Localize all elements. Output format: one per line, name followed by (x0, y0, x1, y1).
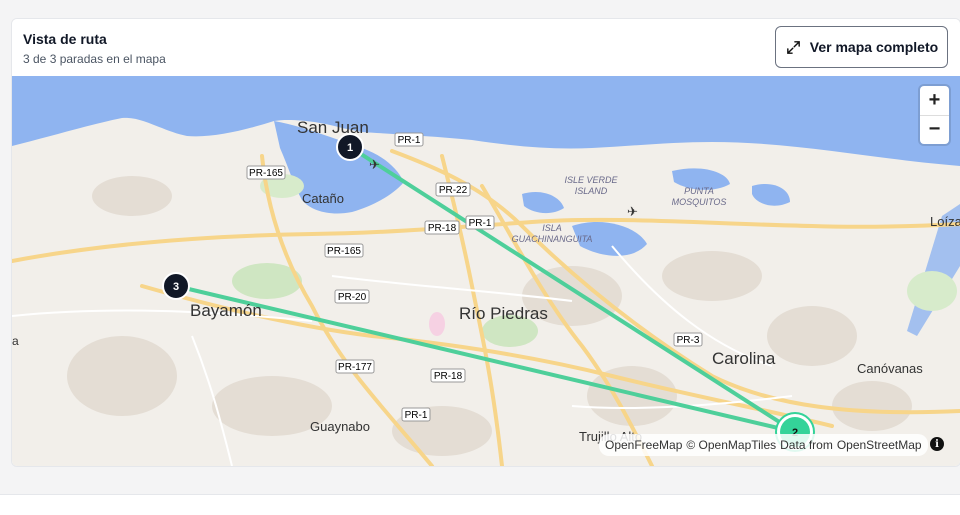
expand-icon (786, 40, 800, 54)
full-map-button-label: Ver mapa completo (809, 39, 939, 55)
road-shield: PR-20 (334, 289, 370, 304)
road-shield: PR-18 (430, 368, 466, 383)
svg-text:PR-177: PR-177 (338, 362, 372, 373)
stop-number: 1 (347, 142, 353, 154)
road-shield: PR-1 (465, 215, 495, 230)
road-shield: PR-1 (401, 407, 431, 422)
svg-text:PR-20: PR-20 (338, 292, 367, 303)
attribution-provider-link[interactable]: OpenFreeMap (605, 438, 682, 452)
zoom-controls: + − (920, 86, 949, 144)
svg-text:PR-18: PR-18 (434, 371, 463, 382)
full-map-button[interactable]: Ver mapa completo (775, 26, 948, 68)
road-shield: PR-177 (335, 359, 375, 374)
place-label: ISLAND (575, 186, 608, 196)
route-map[interactable]: PR-1 PR-165 PR-22 PR-18 PR-1 PR-165 PR-2… (12, 76, 960, 466)
svg-text:PR-1: PR-1 (405, 410, 428, 421)
svg-text:PR-1: PR-1 (398, 135, 421, 146)
hospital-area (429, 312, 445, 336)
place-label: San Juan (297, 118, 369, 137)
svg-text:PR-22: PR-22 (439, 185, 468, 196)
park (907, 271, 957, 311)
card-header: Vista de ruta 3 de 3 paradas en el mapa … (12, 19, 960, 77)
svg-text:PR-165: PR-165 (249, 168, 283, 179)
svg-text:PR-1: PR-1 (469, 218, 492, 229)
place-label: a (12, 334, 19, 348)
place-label: ISLA (542, 223, 562, 233)
attribution-data-prefix: Data from (780, 438, 833, 452)
road-shield: PR-165 (246, 165, 286, 180)
place-label: Cataño (302, 191, 344, 206)
place-label: PUNTA (684, 186, 714, 196)
zoom-out-button[interactable]: − (920, 115, 949, 144)
place-label: Canóvanas (857, 361, 923, 376)
airport-icon: ✈ (627, 204, 638, 219)
attribution-osm-link[interactable]: OpenStreetMap (837, 438, 922, 452)
place-label: Carolina (712, 349, 776, 368)
route-view-card: Vista de ruta 3 de 3 paradas en el mapa … (11, 18, 960, 467)
place-label: Loíza (930, 214, 960, 229)
stop-marker-3[interactable]: 3 (162, 272, 190, 300)
place-label: MOSQUITOS (672, 197, 727, 207)
svg-text:PR-3: PR-3 (677, 335, 700, 346)
road-shield: PR-1 (394, 132, 424, 147)
airport-icon: ✈ (369, 157, 380, 172)
zoom-divider (920, 115, 949, 116)
stop-marker-1[interactable]: 1 (336, 133, 364, 161)
road-shield: PR-3 (673, 332, 703, 347)
place-label: ISLE VERDE (564, 175, 618, 185)
map-attribution: OpenFreeMap © OpenMapTiles Data from Ope… (599, 434, 928, 456)
road-shield: PR-22 (435, 182, 471, 197)
attribution-tiles-link[interactable]: © OpenMapTiles (686, 438, 776, 452)
place-label: Bayamón (190, 301, 262, 320)
place-label: GUACHINANGUITA (512, 234, 593, 244)
zoom-in-button[interactable]: + (920, 86, 949, 115)
svg-text:PR-18: PR-18 (428, 223, 457, 234)
card-subtitle: 3 de 3 paradas en el mapa (23, 52, 166, 66)
info-icon[interactable]: i (930, 437, 944, 451)
road-shield: PR-165 (324, 243, 364, 258)
place-label: Río Piedras (459, 304, 548, 323)
svg-text:PR-165: PR-165 (327, 246, 361, 257)
card-title: Vista de ruta (23, 31, 107, 47)
place-label: Guaynabo (310, 419, 370, 434)
road-shield: PR-18 (424, 220, 460, 235)
stop-number: 3 (173, 281, 179, 293)
